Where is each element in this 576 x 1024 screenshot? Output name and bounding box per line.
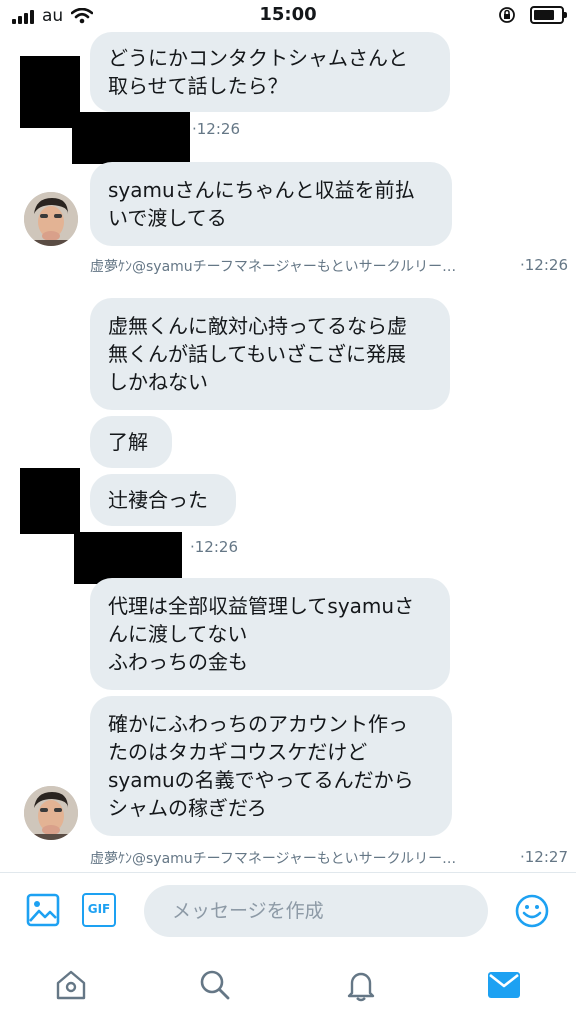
- avatar[interactable]: [24, 192, 78, 246]
- redacted-avatar: [20, 468, 80, 534]
- orientation-lock-icon: [499, 7, 515, 23]
- home-icon[interactable]: [54, 968, 88, 1002]
- emoji-icon[interactable]: [514, 893, 550, 929]
- message-bubble[interactable]: 確かにふわっちのアカウント作っ たのはタカギコウスケだけど syamuの名義でや…: [90, 696, 452, 836]
- message-bubble[interactable]: 了解: [90, 416, 172, 468]
- tab-bar: [0, 948, 576, 1024]
- message-bubble[interactable]: どうにかコンタクトシャムさんと 取らせて話したら？: [90, 32, 450, 112]
- gif-icon[interactable]: GIF: [82, 893, 116, 927]
- message-line: 辻褄合った: [108, 488, 208, 512]
- message-timestamp: ·12:27: [520, 848, 568, 866]
- message-timestamp: ·12:26: [192, 120, 240, 138]
- message-line: たのはタカギコウスケだけど: [108, 740, 368, 764]
- status-time: 15:00: [259, 4, 317, 25]
- message-line: 取らせて話したら？: [108, 74, 288, 98]
- message-line: 代理は全部収益管理してsyamuさ: [108, 594, 415, 618]
- mail-icon[interactable]: [487, 970, 521, 1000]
- message-line: しかねない: [108, 370, 208, 394]
- message-line: シャムの稼ぎだろ: [108, 796, 267, 820]
- message-line: 了解: [108, 430, 148, 454]
- message-composer: GIF メッセージを作成: [0, 872, 576, 949]
- battery-icon: [530, 6, 567, 24]
- message-line: 虚無くんに敵対心持ってるなら虚: [108, 314, 407, 338]
- message-input[interactable]: メッセージを作成: [144, 885, 488, 937]
- search-icon[interactable]: [198, 968, 232, 1002]
- message-input-placeholder: メッセージを作成: [172, 900, 324, 922]
- message-line: syamuさんにちゃんと収益を前払: [108, 178, 415, 202]
- redacted-name: [74, 532, 182, 584]
- redacted-name: [72, 112, 190, 164]
- message-line: 確かにふわっちのアカウント作っ: [108, 712, 408, 736]
- status-bar: au 15:00: [0, 0, 576, 32]
- image-icon[interactable]: [26, 893, 60, 927]
- gif-label: GIF: [87, 902, 111, 916]
- bell-icon[interactable]: [344, 968, 378, 1002]
- message-line: いで渡してる: [108, 206, 227, 230]
- status-right: [498, 6, 567, 24]
- message-bubble[interactable]: 辻褄合った: [90, 474, 236, 526]
- message-line: syamuの名義でやってるんだから: [108, 768, 414, 792]
- message-line: 無くんが話してもいざこざに発展: [108, 342, 406, 366]
- avatar[interactable]: [24, 786, 78, 840]
- sender-name: 虚夢ｹﾝ@syamuチーフマネージャーもといサークルリー…: [90, 259, 457, 275]
- sender-name: 虚夢ｹﾝ@syamuチーフマネージャーもといサークルリー…: [90, 851, 457, 867]
- message-line: ふわっちの金も: [108, 650, 248, 674]
- conversation[interactable]: どうにかコンタクトシャムさんと 取らせて話したら？ ·12:26 syamuさん…: [0, 32, 576, 872]
- redacted-avatar: [20, 56, 80, 128]
- message-bubble[interactable]: 虚無くんに敵対心持ってるなら虚 無くんが話してもいざこざに発展 しかねない: [90, 298, 450, 410]
- message-bubble[interactable]: 代理は全部収益管理してsyamuさ んに渡してない ふわっちの金も: [90, 578, 450, 690]
- message-bubble[interactable]: syamuさんにちゃんと収益を前払 いで渡してる: [90, 162, 452, 246]
- message-line: んに渡してない: [108, 622, 248, 646]
- message-line: どうにかコンタクトシャムさんと: [108, 46, 408, 70]
- message-timestamp: ·12:26: [520, 256, 568, 274]
- message-timestamp: ·12:26: [190, 538, 238, 556]
